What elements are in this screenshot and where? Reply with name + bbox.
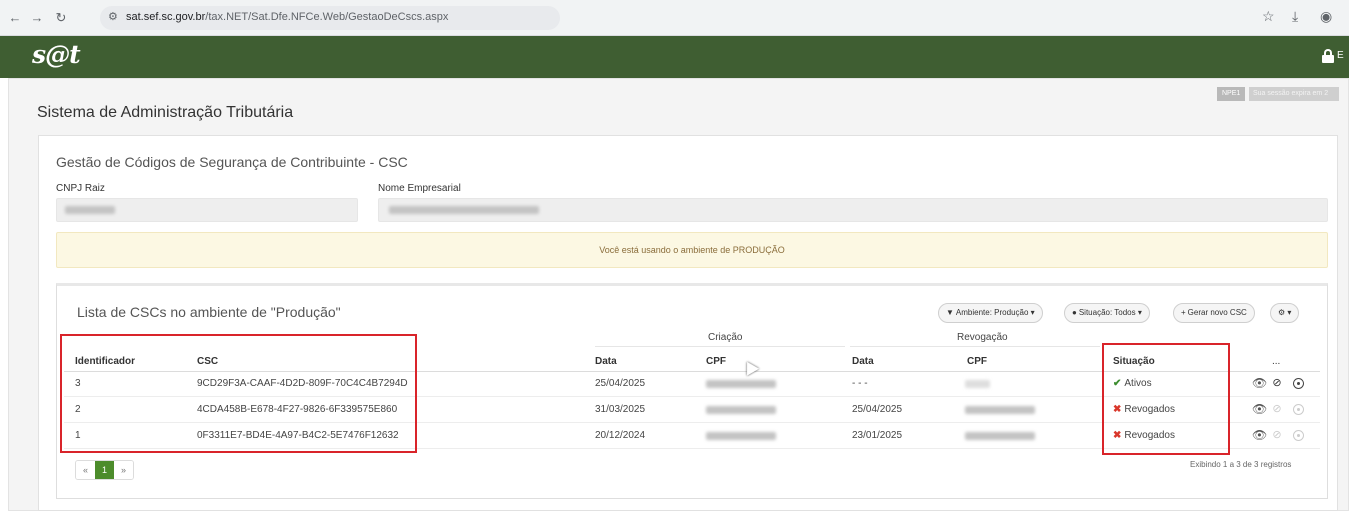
highlight-status-column bbox=[1102, 343, 1230, 455]
cnpj-field bbox=[56, 198, 358, 222]
pagination-prev[interactable]: « bbox=[76, 461, 95, 479]
view-eye-icon[interactable]: 👁 bbox=[1252, 377, 1267, 389]
production-alert: Você está usando o ambiente de PRODUÇÃO bbox=[56, 232, 1328, 268]
revoke-ban-icon: ⊘ bbox=[1272, 429, 1282, 441]
redacted-value bbox=[65, 206, 115, 214]
revoke-ban-icon[interactable]: ⊘ bbox=[1271, 377, 1283, 389]
row-revoked-date: 23/01/2025 bbox=[852, 430, 903, 441]
filter-icon: ▼ bbox=[946, 308, 954, 317]
row-created-date: 25/04/2025 bbox=[595, 378, 646, 389]
creation-group-header: Criação bbox=[708, 332, 743, 343]
lock-icon[interactable] bbox=[1322, 49, 1334, 63]
sat-logo[interactable]: s@t bbox=[32, 40, 81, 69]
status-filter-label: Situação: Todos bbox=[1078, 308, 1136, 317]
url-text[interactable]: sat.sef.sc.gov.br/tax.NET/Sat.Dfe.NFCe.W… bbox=[126, 11, 448, 23]
column-header-revoked-date[interactable]: Data bbox=[852, 356, 874, 367]
toggle-circle-icon bbox=[1293, 430, 1304, 441]
site-settings-icon[interactable]: ⚙ bbox=[108, 10, 118, 23]
pagination-page-1[interactable]: 1 bbox=[95, 461, 114, 479]
plus-icon: + bbox=[1181, 308, 1186, 317]
highlight-csc-columns bbox=[60, 334, 417, 453]
browser-toolbar: ← → ↻ ⚙ sat.sef.sc.gov.br/tax.NET/Sat.Df… bbox=[0, 0, 1349, 36]
environment-filter-label: Ambiente: Produção bbox=[955, 308, 1029, 317]
caret-down-icon: ▾ bbox=[1137, 308, 1142, 317]
environment-badge: NPE1 bbox=[1217, 87, 1246, 101]
column-header-revoked-cpf[interactable]: CPF bbox=[967, 356, 987, 367]
generate-csc-label: Gerar novo CSC bbox=[1187, 308, 1247, 317]
revoke-ban-icon: ⊘ bbox=[1272, 403, 1282, 415]
row-created-date: 20/12/2024 bbox=[595, 430, 646, 441]
back-arrow-icon[interactable]: ← bbox=[6, 9, 24, 27]
caret-down-icon: ▾ bbox=[1030, 308, 1035, 317]
redacted-cpf bbox=[706, 380, 776, 388]
environment-filter-button[interactable]: ▼ Ambiente: Produção ▾ bbox=[938, 303, 1043, 323]
revocation-group-divider bbox=[850, 346, 1100, 347]
list-title: Lista de CSCs no ambiente de "Produção" bbox=[77, 304, 341, 320]
view-eye-icon[interactable]: 👁 bbox=[1252, 403, 1267, 415]
bookmark-star-icon[interactable]: ☆ bbox=[1262, 8, 1275, 25]
column-header-actions: ... bbox=[1272, 356, 1281, 367]
company-name-field bbox=[378, 198, 1328, 222]
row-created-date: 31/03/2025 bbox=[595, 404, 646, 415]
pagination-next[interactable]: » bbox=[114, 461, 133, 479]
status-filter-button[interactable]: ● Situação: Todos ▾ bbox=[1064, 303, 1150, 323]
column-header-created-cpf[interactable]: CPF bbox=[706, 356, 726, 367]
redacted-cpf bbox=[706, 406, 776, 414]
forward-arrow-icon[interactable]: → bbox=[28, 9, 46, 27]
production-alert-text: Você está usando o ambiente de PRODUÇÃO bbox=[599, 245, 785, 255]
app-header: s@t E bbox=[0, 36, 1349, 78]
address-bar[interactable]: ⚙ sat.sef.sc.gov.br/tax.NET/Sat.Dfe.NFCe… bbox=[100, 6, 560, 30]
page-title: Sistema de Administração Tributária bbox=[37, 104, 294, 121]
redacted-cpf bbox=[706, 432, 776, 440]
row-revoked-date: 25/04/2025 bbox=[852, 404, 903, 415]
column-header-created-date[interactable]: Data bbox=[595, 356, 617, 367]
redacted-cpf bbox=[965, 380, 990, 388]
toggle-circle-icon bbox=[1293, 404, 1304, 415]
toggle-circle-icon[interactable] bbox=[1293, 378, 1304, 389]
status-dot-icon: ● bbox=[1072, 308, 1077, 317]
redacted-cpf bbox=[965, 406, 1035, 414]
revocation-group-header: Revogação bbox=[957, 332, 1008, 343]
header-overflow-text: E bbox=[1337, 50, 1344, 61]
view-eye-icon[interactable]: 👁 bbox=[1252, 429, 1267, 441]
section-title: Gestão de Códigos de Segurança de Contri… bbox=[56, 154, 408, 170]
row-revoked-date: - - - bbox=[852, 378, 868, 389]
cnpj-label: CNPJ Raiz bbox=[56, 183, 105, 194]
reload-icon[interactable]: ↻ bbox=[52, 9, 70, 27]
pagination: « 1 » bbox=[75, 460, 134, 480]
download-icon[interactable]: ⤓ bbox=[1292, 8, 1298, 25]
redacted-cpf bbox=[965, 432, 1035, 440]
profile-icon[interactable]: ◉ bbox=[1320, 8, 1332, 25]
creation-group-divider bbox=[595, 346, 845, 347]
records-count: Exibindo 1 a 3 de 3 registros bbox=[1190, 460, 1292, 469]
caret-down-icon: ▾ bbox=[1287, 308, 1292, 317]
settings-dropdown-button[interactable]: ⚙ ▾ bbox=[1270, 303, 1300, 323]
session-timer: Sua sessão expira em 2 bbox=[1249, 87, 1339, 101]
generate-csc-button[interactable]: + Gerar novo CSC bbox=[1173, 303, 1255, 323]
redacted-value bbox=[389, 206, 539, 214]
company-name-label: Nome Empresarial bbox=[378, 183, 461, 194]
gear-icon: ⚙ bbox=[1278, 308, 1286, 317]
